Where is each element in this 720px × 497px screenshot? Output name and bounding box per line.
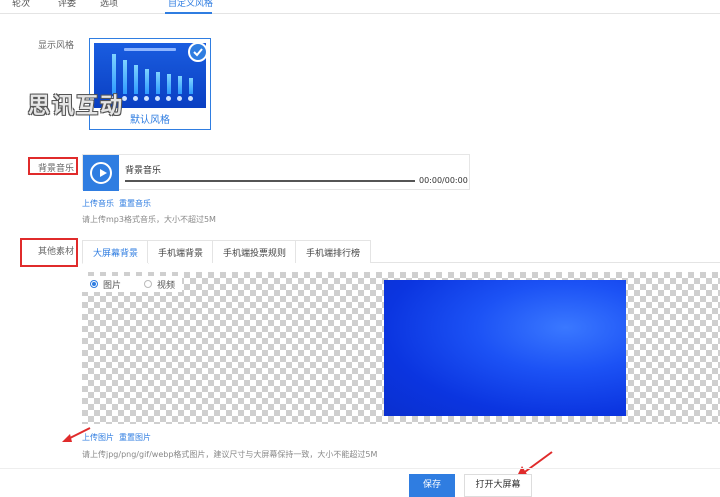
tab-mobile-vote-rules[interactable]: 手机端投票规则: [212, 240, 298, 263]
tab-judges[interactable]: 评委: [58, 0, 76, 9]
track-name: 背景音乐: [125, 166, 162, 176]
tab-options[interactable]: 选项: [100, 0, 118, 9]
play-icon: [90, 162, 112, 184]
image-hint: 请上传jpg/png/gif/webp格式图片，建议尺寸与大屏幕保持一致，大小不…: [82, 450, 378, 459]
radio-video[interactable]: [144, 280, 152, 288]
annotation-arrow-upload: [62, 427, 91, 442]
footer-divider: [0, 468, 720, 469]
music-label: 背景音乐: [38, 164, 75, 174]
tab-rounds[interactable]: 轮次: [12, 0, 30, 9]
media-type-radio-group: 图片 视频: [82, 276, 182, 292]
tab-mobile-bg[interactable]: 手机端背景: [147, 240, 215, 263]
display-style-label: 显示风格: [38, 41, 75, 51]
reset-image-link[interactable]: 重置图片: [119, 432, 151, 443]
play-button[interactable]: [83, 155, 119, 191]
open-big-screen-button[interactable]: 打开大屏幕: [464, 474, 532, 497]
radio-image-label: 图片: [103, 281, 122, 291]
background-image-preview: [384, 280, 626, 416]
music-player: 背景音乐 00:00/00:00: [82, 154, 470, 191]
tab-custom-style[interactable]: 自定义风格: [168, 0, 213, 9]
reset-music-link[interactable]: 重置音乐: [119, 198, 151, 209]
upload-music-link[interactable]: 上传音乐: [82, 198, 114, 209]
music-progress-bar[interactable]: [125, 180, 415, 182]
radio-image[interactable]: [90, 280, 98, 288]
track-time: 00:00/00:00: [419, 176, 468, 185]
other-material-label: 其他素材: [38, 247, 75, 257]
music-hint: 请上传mp3格式音乐，大小不超过5M: [82, 215, 216, 224]
tab-big-screen-bg[interactable]: 大屏幕背景: [82, 240, 150, 264]
radio-video-label: 视频: [157, 281, 176, 291]
top-tab-bar: 轮次 评委 选项 自定义风格: [0, 0, 720, 14]
active-tab-indicator: [165, 12, 212, 14]
watermark-logo: 思讯互动: [28, 93, 125, 119]
material-tab-bar: 大屏幕背景 手机端背景 手机端投票规则 手机端排行榜: [82, 240, 720, 264]
selected-check-icon: [188, 42, 208, 62]
save-button[interactable]: 保存: [409, 474, 455, 497]
tab-mobile-ranking[interactable]: 手机端排行榜: [295, 240, 372, 263]
